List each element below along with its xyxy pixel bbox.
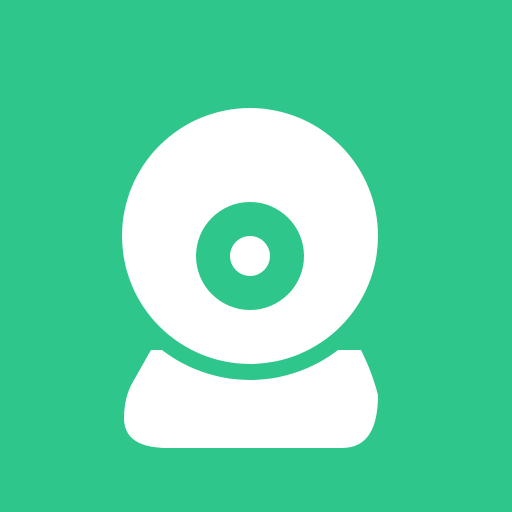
webcam-icon xyxy=(0,0,512,512)
webcam-app-icon xyxy=(0,0,512,512)
webcam-lens-center xyxy=(230,236,270,276)
